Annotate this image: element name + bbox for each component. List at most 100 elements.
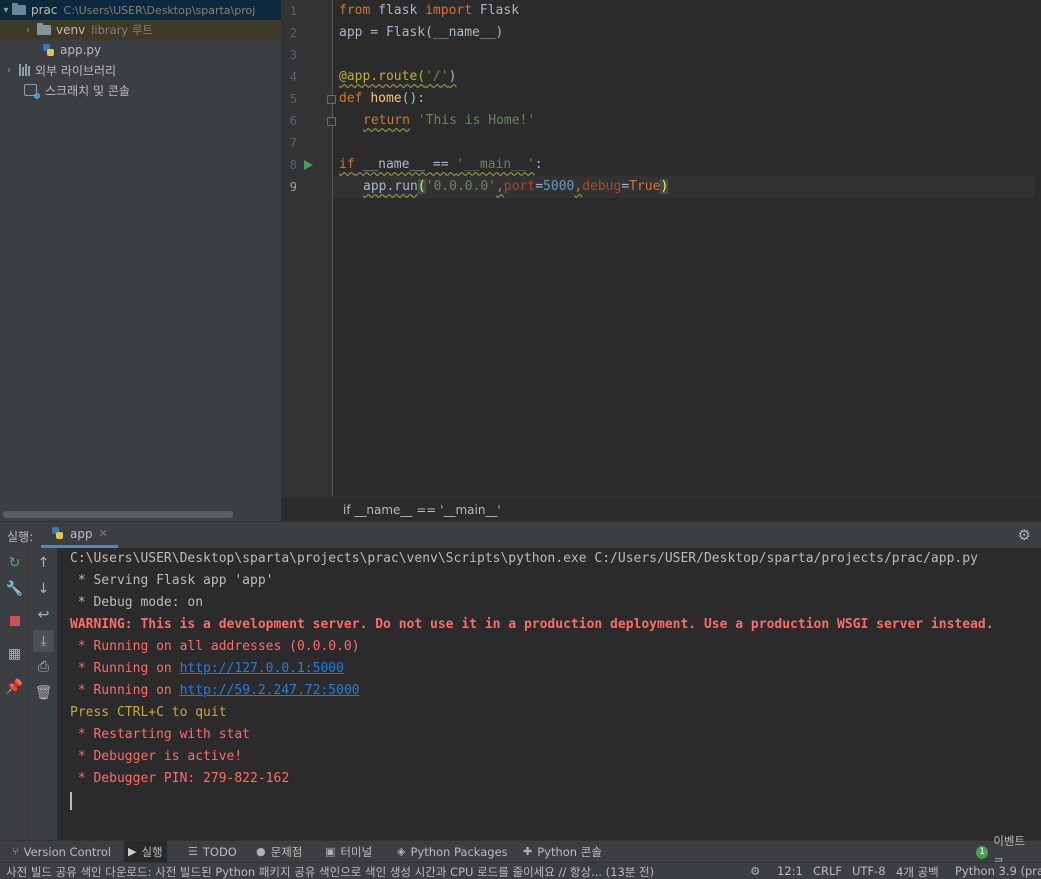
tool-todo[interactable]: ☰ TODO [184, 841, 241, 863]
run-toolbar-primary: ↻ 🔧 ▦ 📌 [0, 548, 29, 840]
console-line: * Debugger is active! [70, 749, 243, 764]
run-tab-app[interactable]: app ✕ [41, 522, 118, 548]
tree-root-path: C:\Users\USER\Desktop\sparta\proj [63, 3, 256, 17]
run-tool-window-header: 실행: app ✕ ⚙ [0, 521, 1041, 548]
code-line-9: app.run('0.0.0.0',port=5000,debug=True) [333, 176, 1035, 198]
chevron-down-icon[interactable]: ▾ [0, 5, 12, 16]
status-bar: 사전 빌드 공유 색인 다운로드: 사전 빌드된 Python 패키지 공유 색… [0, 862, 1041, 879]
code-editor[interactable]: 1 2 3 4 5 6 7 8 9 from flask import Flas… [281, 0, 1041, 521]
tool-label: Python Packages [410, 845, 508, 859]
code-line-1: from flask import Flask [339, 3, 520, 18]
line-number: 8 [289, 158, 297, 172]
folder-icon [37, 23, 51, 35]
tool-python-packages[interactable]: ◈ Python Packages [393, 841, 512, 863]
tool-problems[interactable]: ● 문제점 [252, 841, 306, 863]
bottom-tool-strip: ⑂ Version Control ▶ 실행 ☰ TODO ● 문제점 ▣ 터미… [0, 834, 1041, 870]
tool-label: 실행 [141, 845, 163, 859]
tree-item-label: 외부 라이브러리 [35, 63, 117, 78]
editor-breadcrumb[interactable]: if __name__ == '__main__' [281, 496, 1041, 521]
tool-version-control[interactable]: ⑂ Version Control [8, 841, 115, 863]
indent-setting[interactable]: 4개 공백 [896, 864, 939, 879]
console-line: Press CTRL+C to quit [70, 705, 227, 720]
rerun-icon[interactable]: ↻ [0, 552, 29, 574]
breadcrumb-item[interactable]: if __name__ == '__main__' [343, 503, 501, 517]
tree-item-label: app.py [60, 43, 102, 57]
line-number: 5 [289, 92, 297, 106]
list-icon: ☰ [188, 845, 198, 858]
stop-icon[interactable] [0, 610, 29, 632]
branch-icon: ⑂ [12, 845, 19, 858]
soft-wrap-icon[interactable]: ↩ [29, 604, 58, 626]
tool-label: Version Control [23, 845, 112, 859]
console-line: C:\Users\USER\Desktop\sparta\projects\pr… [70, 551, 978, 566]
trash-icon[interactable]: 🗑 [29, 682, 58, 704]
package-icon: ◈ [397, 845, 406, 858]
tree-item-app-py[interactable]: app.py [0, 40, 281, 60]
run-gutter-icon[interactable] [304, 160, 313, 170]
tree-item-external-libraries[interactable]: › 외부 라이브러리 [0, 60, 281, 80]
run-toolbar-secondary: ↑ ↓ ↩ ⤓ ⎙ 🗑 [29, 548, 58, 840]
close-icon[interactable]: ✕ [99, 527, 108, 540]
tree-item-venv[interactable]: › venv library 루트 [0, 20, 281, 40]
run-tab-label: app [70, 526, 93, 541]
scroll-to-end-icon[interactable]: ⤓ [33, 630, 54, 652]
gear-icon[interactable]: ⚙ [1018, 526, 1031, 544]
print-icon[interactable]: ⎙ [29, 656, 58, 678]
code-line-6: return 'This is Home!' [363, 113, 536, 128]
line-number: 2 [289, 26, 297, 40]
arrow-down-icon[interactable]: ↓ [29, 578, 58, 600]
info-icon: ● [256, 845, 266, 858]
code-line-5: def home(): [339, 91, 426, 106]
run-window-title: 실행: [7, 530, 34, 544]
play-icon: ▶ [128, 845, 137, 858]
tree-item-label: 스크래치 및 콘솔 [45, 83, 130, 98]
console-line: * Debug mode: on [70, 595, 204, 610]
tree-item-label: venv [56, 23, 86, 37]
tool-terminal[interactable]: ▣ 터미널 [321, 841, 376, 863]
python-file-icon [43, 43, 55, 57]
console-line: * Debugger PIN: 279-822-162 [70, 771, 290, 786]
console-line: * Running on http://127.0.0.1:5000 [70, 661, 344, 676]
file-encoding[interactable]: UTF-8 [852, 864, 886, 878]
console-line: * Restarting with stat [70, 727, 251, 742]
line-number: 9 [289, 180, 297, 194]
caret-position[interactable]: 12:1 [777, 864, 803, 878]
editor-gutter: 1 2 3 4 5 6 7 8 9 [281, 0, 336, 496]
tool-label: Python 콘솔 [537, 845, 602, 859]
library-icon [19, 64, 30, 76]
wrench-icon[interactable]: 🔧 [0, 578, 29, 600]
console-line: * Serving Flask app 'app' [70, 573, 274, 588]
status-message[interactable]: 사전 빌드 공유 색인 다운로드: 사전 빌드된 Python 패키지 공유 색… [6, 864, 654, 879]
tree-item-scratches[interactable]: 스크래치 및 콘솔 [0, 80, 281, 100]
tool-python-console[interactable]: ✚ Python 콘솔 [519, 841, 606, 863]
console-line: * Running on all addresses (0.0.0.0) [70, 639, 360, 654]
project-panel: ▾ prac C:\Users\USER\Desktop\sparta\proj… [0, 0, 281, 521]
console-line: * Running on http://59.2.247.72:5000 [70, 683, 360, 698]
tool-run[interactable]: ▶ 실행 [124, 841, 167, 863]
line-number: 4 [289, 70, 297, 84]
console-link[interactable]: http://127.0.0.1:5000 [180, 661, 344, 676]
run-console-output[interactable]: C:\Users\USER\Desktop\sparta\projects\pr… [58, 548, 1041, 840]
events-count-badge: 1 [976, 845, 989, 859]
code-line-8: if __name__ == '__main__': [339, 157, 543, 172]
tool-events[interactable]: 1 이벤트 로 [972, 834, 1041, 870]
arrow-up-icon[interactable]: ↑ [29, 552, 58, 574]
fold-marker-icon[interactable] [327, 95, 336, 104]
tree-root-prac[interactable]: ▾ prac C:\Users\USER\Desktop\sparta\proj [0, 0, 281, 20]
code-line-2: app = Flask(__name__) [339, 25, 504, 40]
fold-marker-icon[interactable] [327, 117, 336, 126]
terminal-icon: ▣ [325, 845, 336, 858]
console-link[interactable]: http://59.2.247.72:5000 [180, 683, 360, 698]
scratch-icon [24, 84, 40, 99]
project-horizontal-scrollbar[interactable] [3, 511, 233, 518]
chevron-right-icon[interactable]: › [3, 65, 15, 76]
line-number: 1 [289, 4, 297, 18]
chevron-right-icon[interactable]: › [22, 25, 34, 36]
tool-label: TODO [202, 845, 237, 859]
line-ending[interactable]: CRLF [813, 864, 842, 878]
console-caret [70, 792, 72, 810]
background-task-icon[interactable]: ⚙ [750, 864, 760, 878]
pin-icon[interactable]: 📌 [0, 676, 29, 698]
layout-icon[interactable]: ▦ [0, 643, 29, 665]
python-interpreter[interactable]: Python 3.9 (prac [955, 864, 1041, 878]
